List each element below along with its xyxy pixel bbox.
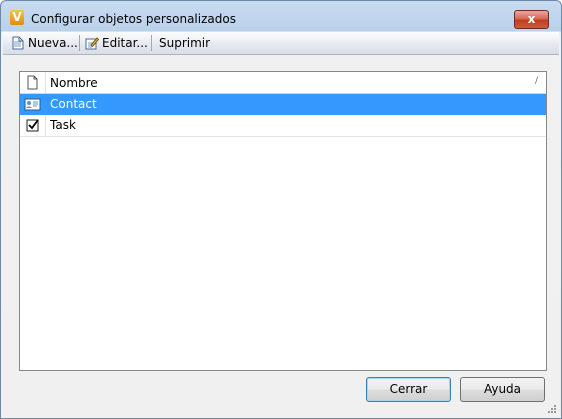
help-button[interactable]: Ayuda <box>460 377 545 402</box>
new-button-label: Nueva... <box>28 36 78 50</box>
task-checkbox-icon <box>26 119 39 132</box>
toolbar-separator <box>151 35 152 51</box>
edit-button-label: Editar... <box>102 36 148 50</box>
list-item[interactable]: Task <box>20 115 546 136</box>
close-window-button[interactable]: x <box>514 10 549 29</box>
document-icon <box>27 75 38 90</box>
app-logo-icon: V <box>10 10 24 25</box>
sort-indicator-icon: / <box>534 76 538 86</box>
edit-pencil-icon <box>85 36 100 50</box>
delete-button[interactable]: Suprimir <box>159 35 210 51</box>
contact-card-icon <box>24 98 41 111</box>
new-document-icon <box>11 36 25 50</box>
window-title: Configurar objetos personalizados <box>31 12 236 26</box>
resize-grip-icon[interactable] <box>547 404 557 414</box>
row-name: Contact <box>50 97 97 111</box>
name-column-header[interactable]: Nombre <box>50 76 98 90</box>
dialog-body: Nombre / Contact Task Cerrar Ayuda <box>3 55 559 416</box>
new-button[interactable]: Nueva... <box>11 35 78 51</box>
delete-button-label: Suprimir <box>159 36 211 50</box>
close-button[interactable]: Cerrar <box>366 377 451 402</box>
row-name: Task <box>50 118 76 132</box>
list-item[interactable]: Contact <box>20 94 546 115</box>
row-icon-cell <box>20 94 46 115</box>
dialog-window: V Configurar objetos personalizados x Nu… <box>0 0 562 419</box>
list-header: Nombre / <box>20 72 546 94</box>
edit-button[interactable]: Editar... <box>85 35 148 51</box>
title-bar[interactable]: V Configurar objetos personalizados x <box>1 1 561 32</box>
row-icon-cell <box>20 115 46 136</box>
icon-column-header[interactable] <box>20 72 46 93</box>
row-divider <box>20 136 546 137</box>
custom-objects-list[interactable]: Nombre / Contact Task <box>19 71 547 371</box>
toolbar-separator <box>79 35 80 51</box>
toolbar: Nueva... Editar... Suprimir <box>3 32 559 55</box>
